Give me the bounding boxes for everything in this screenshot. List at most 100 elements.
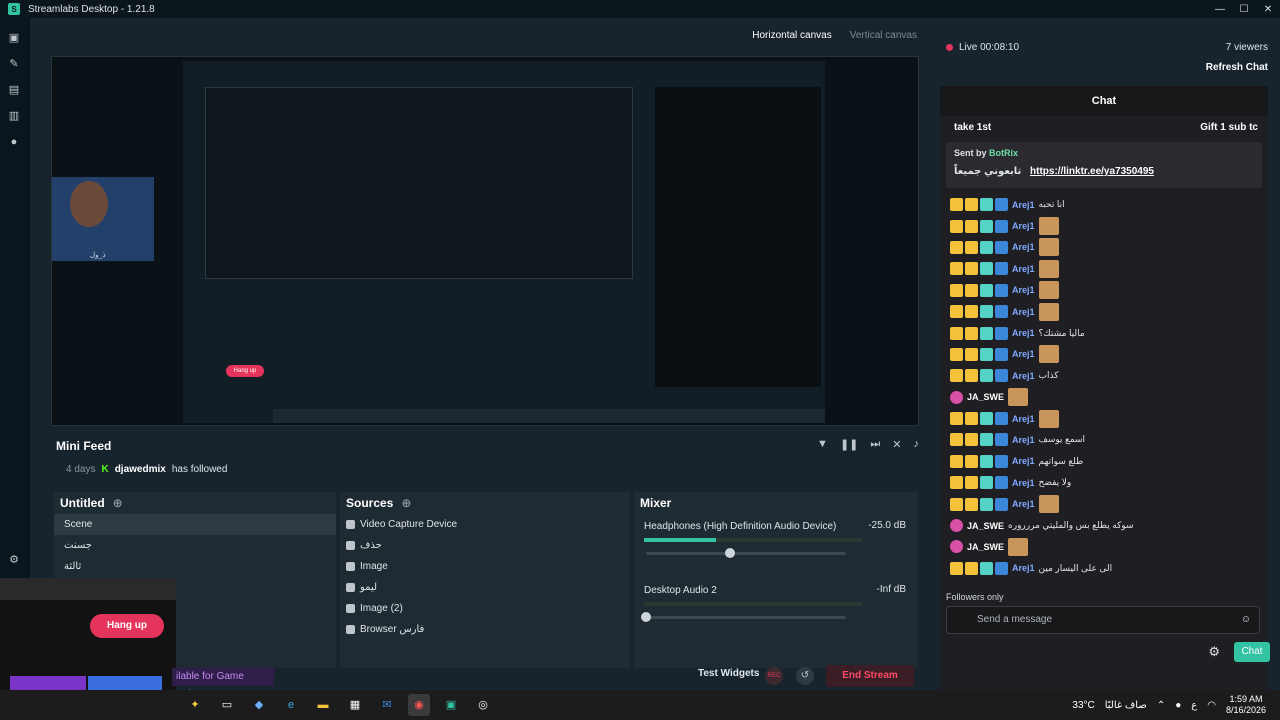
minimize-button[interactable]: — xyxy=(1208,0,1232,18)
webcam-label: ذ_ول xyxy=(90,252,106,259)
title-bar: S Streamlabs Desktop - 1.21.8 — ☐ ✕ xyxy=(0,0,1280,18)
source-item[interactable]: Video Capture Device xyxy=(340,514,630,535)
chat-send-button[interactable]: Chat xyxy=(1234,642,1270,662)
copilot-icon[interactable]: ✦ xyxy=(184,694,206,716)
record-icon[interactable]: ● xyxy=(8,136,20,148)
scenes-header: Untitled ⊕ xyxy=(54,492,336,514)
maximize-button[interactable]: ☐ xyxy=(1232,0,1256,18)
wifi-icon[interactable]: ◠ xyxy=(1207,700,1216,711)
scene-collection-title[interactable]: Untitled xyxy=(60,496,105,510)
source-item[interactable]: Image (2) xyxy=(340,598,630,619)
user-badges xyxy=(950,561,1008,575)
chat-username[interactable]: Arej1 xyxy=(1012,499,1035,509)
mail-icon[interactable]: ✉ xyxy=(376,694,398,716)
chat-username[interactable]: Arej1 xyxy=(1012,414,1035,424)
source-item[interactable]: حذف xyxy=(340,535,630,556)
edge-icon[interactable]: e xyxy=(280,694,302,716)
volume-slider-knob[interactable] xyxy=(725,548,735,558)
scene-item[interactable]: Scene xyxy=(54,514,336,535)
obs-icon[interactable]: ◎ xyxy=(472,694,494,716)
chrome-icon[interactable]: ◉ xyxy=(408,694,430,716)
close-button[interactable]: ✕ xyxy=(1256,0,1280,18)
chat-username[interactable]: Arej1 xyxy=(1012,264,1035,274)
layouts-icon[interactable]: ▥ xyxy=(8,110,20,122)
volume-slider-knob[interactable] xyxy=(641,612,651,622)
source-item[interactable]: Image xyxy=(340,556,630,577)
scene-item[interactable]: ثالثة xyxy=(54,556,336,577)
horizontal-canvas-toggle[interactable]: Horizontal canvas xyxy=(752,30,831,41)
bot-link[interactable]: https://linktr.ee/ya7350495 xyxy=(1030,166,1154,177)
chat-username[interactable]: Arej1 xyxy=(1012,307,1035,317)
volume-slider[interactable] xyxy=(641,612,846,622)
source-item[interactable]: Browser فارس xyxy=(340,619,630,640)
volume-icon[interactable]: ♪ xyxy=(914,438,920,451)
vertical-canvas-toggle[interactable]: Vertical canvas xyxy=(850,30,917,41)
pinned-right[interactable]: Gift 1 sub tc xyxy=(1200,122,1258,133)
chat-settings-icon[interactable]: ⚙ xyxy=(1208,644,1220,660)
chat-username[interactable]: JA_SWE xyxy=(967,392,1004,402)
emote-picker-icon[interactable]: ☺ xyxy=(1241,607,1251,633)
square-badge-icon xyxy=(980,262,993,276)
store-icon[interactable]: ▤ xyxy=(8,84,20,96)
chat-emote-image xyxy=(1038,495,1059,514)
weather-text: صاف غالبًا xyxy=(1104,699,1147,711)
settings-icon[interactable]: ⚙ xyxy=(8,554,20,566)
clock[interactable]: 1:59 AM 8/16/2026 xyxy=(1226,694,1266,716)
chat-message: Arej1 xyxy=(940,237,1268,258)
task-view-icon[interactable]: ▭ xyxy=(216,694,238,716)
test-widgets-button[interactable]: Test Widgets xyxy=(698,668,759,679)
lang-indicator[interactable]: ع xyxy=(1191,700,1197,711)
stream-preview[interactable]: ذ_ول Hang up xyxy=(51,56,919,426)
chat-username[interactable]: Arej1 xyxy=(1012,371,1035,381)
scene-item[interactable]: جسنت xyxy=(54,535,336,556)
chat-message: Arej1 اسمع يوسف xyxy=(940,429,1268,450)
chat-emote-image xyxy=(1038,217,1059,236)
arrow-badge-icon xyxy=(995,219,1008,233)
call-overlay-bar xyxy=(0,578,176,600)
mic-icon[interactable]: ● xyxy=(1175,700,1181,711)
chat-username[interactable]: Arej1 xyxy=(1012,221,1035,231)
clock-date: 8/16/2026 xyxy=(1225,705,1266,715)
skip-icon[interactable]: ⏭ xyxy=(870,438,880,451)
pause-icon[interactable]: ❚❚ xyxy=(840,438,858,451)
themes-icon[interactable]: ✎ xyxy=(8,58,20,70)
add-scene-icon[interactable]: ⊕ xyxy=(113,496,123,510)
tray-arrow-icon[interactable]: ⌃ xyxy=(1157,700,1165,711)
volume-slider[interactable] xyxy=(646,548,846,558)
nested-chat-preview xyxy=(655,87,821,387)
mini-feed: Mini Feed 4 days K djawedmix has followe… xyxy=(51,436,919,486)
explorer-icon[interactable]: ▬ xyxy=(312,694,334,716)
mute-icon[interactable]: ✕ xyxy=(892,438,901,451)
chat-username[interactable]: Arej1 xyxy=(1012,328,1035,338)
chat-username[interactable]: Arej1 xyxy=(1012,285,1035,295)
chat-username[interactable]: Arej1 xyxy=(1012,435,1035,445)
chat-text: الى على اليسار مين xyxy=(1038,562,1113,573)
age-badge-icon xyxy=(950,219,963,233)
chat-input[interactable]: Send a message ☺ xyxy=(946,606,1260,634)
chat-username[interactable]: Arej1 xyxy=(1012,200,1035,210)
channel-db: -Inf dB xyxy=(876,584,906,595)
add-source-icon[interactable]: ⊕ xyxy=(401,496,411,510)
replay-icon[interactable]: ↺ xyxy=(796,667,814,685)
store-app-icon[interactable]: ▦ xyxy=(344,694,366,716)
chat-text: انا تحبه xyxy=(1038,199,1065,210)
refresh-chat-button[interactable]: Refresh Chat xyxy=(1206,62,1268,73)
chat-title: Chat xyxy=(1091,95,1117,107)
end-stream-button[interactable]: End Stream xyxy=(826,665,914,687)
chat-message: Arej1 الى على اليسار مين xyxy=(940,558,1268,579)
chat-username[interactable]: Arej1 xyxy=(1012,563,1035,573)
square-badge-icon xyxy=(980,412,993,426)
chat-username[interactable]: Arej1 xyxy=(1012,349,1035,359)
editor-icon[interactable]: ▣ xyxy=(8,32,20,44)
chat-username[interactable]: JA_SWE xyxy=(967,542,1004,552)
chat-username[interactable]: Arej1 xyxy=(1012,478,1035,488)
source-item[interactable]: ليمو xyxy=(340,577,630,598)
chat-username[interactable]: Arej1 xyxy=(1012,456,1035,466)
chat-username[interactable]: JA_SWE xyxy=(967,521,1004,531)
record-button[interactable]: REC xyxy=(765,667,783,685)
hang-up-button[interactable]: Hang up xyxy=(90,614,164,638)
copilot-app-icon[interactable]: ◆ xyxy=(248,694,270,716)
streamlabs-icon[interactable]: ▣ xyxy=(440,694,462,716)
filter-icon[interactable]: ▼ xyxy=(817,438,828,451)
chat-username[interactable]: Arej1 xyxy=(1012,242,1035,252)
